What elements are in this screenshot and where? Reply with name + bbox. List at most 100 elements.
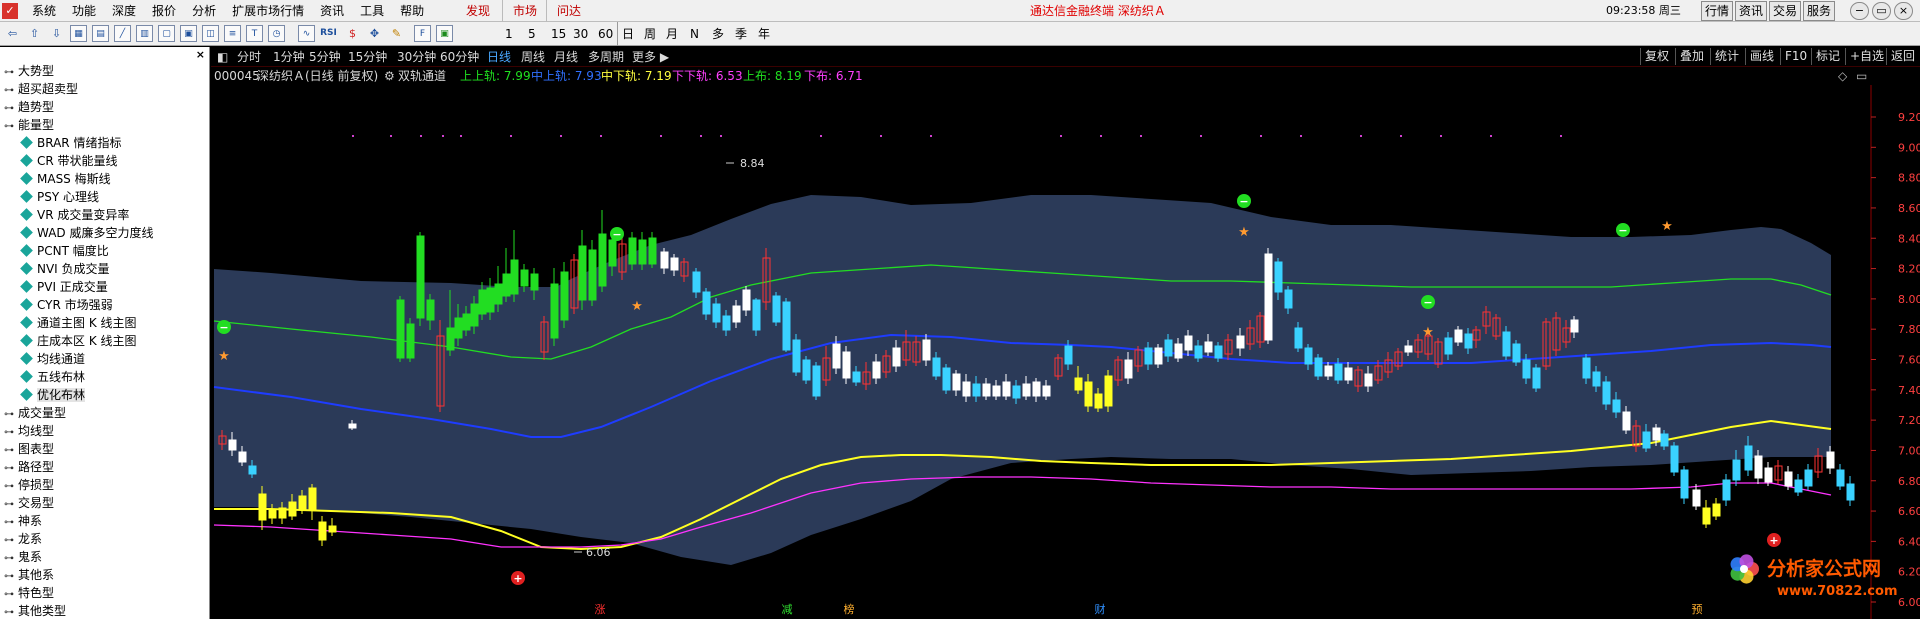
rsi-icon[interactable]: RSI [320,25,337,42]
window-icon[interactable]: ▢ [158,25,175,42]
down-arrow-icon[interactable]: ⇩ [48,25,65,42]
period-tab[interactable]: 60分钟 [440,47,479,67]
tree-leaf[interactable]: 优化布林 [20,386,86,404]
menu-item[interactable]: 工具 [352,0,392,22]
menu-item[interactable]: 深度 [104,0,144,22]
tree-group[interactable]: ⊶ 图表型 [0,440,54,458]
top-right-button[interactable]: 服务 [1803,1,1836,21]
chart-tool-tab[interactable]: 统计 [1710,48,1743,65]
period-button[interactable]: 15 [551,22,566,46]
grid-icon[interactable]: ▦ [70,25,87,42]
period-button[interactable]: 5 [528,22,536,46]
top-right-button[interactable]: 资讯 [1735,1,1768,21]
maximize-icon[interactable]: ▭ [1872,2,1891,20]
tree-group[interactable]: ⊶ 交易型 [0,494,54,512]
period-button[interactable]: 月 [666,22,678,46]
panel-toggle-icon[interactable]: ◧ [217,47,228,67]
split-icon[interactable]: ◫ [202,25,219,42]
chart-tool-tab[interactable]: F10 [1780,48,1811,65]
diamond-icon[interactable]: ◇ [1838,68,1847,85]
tree-leaf[interactable]: NVI 负成交量 [20,260,110,278]
tree-group[interactable]: ⊶ 成交量型 [0,404,66,422]
tree-leaf[interactable]: VR 成交量变异率 [20,206,129,224]
period-tab[interactable]: 多周期 [588,47,624,67]
text-icon[interactable]: T [246,25,263,42]
tree-group[interactable]: ⊶ 趋势型 [0,98,54,116]
period-tab[interactable]: 日线 [487,47,511,67]
top-right-button[interactable]: 行情 [1701,1,1734,21]
menu-item[interactable]: 系统 [24,0,64,22]
tree-expand-icon[interactable]: ⊶ [0,604,18,619]
history-icon[interactable]: ◷ [268,25,285,42]
indicator-name[interactable]: 双轨通道 [398,68,446,85]
chart-tool-tab[interactable]: 标记 [1811,48,1844,65]
tree-leaf[interactable]: 庄成本区 K 线主图 [20,332,137,350]
up-arrow-icon[interactable]: ⇧ [26,25,43,42]
tree-leaf[interactable]: MASS 梅斯线 [20,170,111,188]
period-button[interactable]: 60 [598,22,613,46]
period-tab[interactable]: 分时 [237,47,261,67]
back-arrow-icon[interactable]: ⇦ [4,25,21,42]
menu-discover[interactable]: 发现 [466,0,490,22]
close-icon[interactable]: × [196,48,205,61]
tree-leaf[interactable]: PCNT 幅度比 [20,242,109,260]
period-tab[interactable]: 15分钟 [348,47,387,67]
period-button[interactable]: N [690,22,699,46]
menu-item[interactable]: 报价 [144,0,184,22]
tree-group[interactable]: ⊶ 鬼系 [0,548,42,566]
minimize-icon[interactable]: − [1850,2,1869,20]
close-window-icon[interactable]: × [1894,2,1913,20]
list-icon[interactable]: ≡ [224,25,241,42]
chart-tool-tab[interactable]: 画线 [1745,48,1778,65]
tree-group[interactable]: ⊶ 其他系 [0,566,54,584]
menu-item[interactable]: 扩展市场行情 [224,0,312,22]
tree-leaf[interactable]: 通道主图 K 线主图 [20,314,137,332]
tree-group[interactable]: ⊶ 停损型 [0,476,54,494]
table-icon[interactable]: ▤ [92,25,109,42]
tree-group[interactable]: ⊶ 均线型 [0,422,54,440]
tree-leaf[interactable]: BRAR 情绪指标 [20,134,121,152]
stock-select-icon[interactable]: ▣ [436,25,453,42]
tree-group[interactable]: ⊶ 龙系 [0,530,42,548]
pencil-icon[interactable]: ✎ [388,25,405,42]
chart-tool-tab[interactable]: +自选 [1845,48,1888,65]
tree-leaf[interactable]: 均线通道 [20,350,85,368]
period-button[interactable]: 30 [573,22,588,46]
tree-leaf[interactable]: 五线布林 [20,368,85,386]
menu-item[interactable]: 资讯 [312,0,352,22]
period-button[interactable]: 年 [758,22,770,46]
line-chart-icon[interactable]: ╱ [114,25,131,42]
top-right-button[interactable]: 交易 [1769,1,1802,21]
move-icon[interactable]: ✥ [366,25,383,42]
tree-leaf[interactable]: PVI 正成交量 [20,278,108,296]
event-marker[interactable]: 减 [782,603,793,616]
tree-expand-icon[interactable]: ⊶ [0,118,18,136]
indicator-gear-icon[interactable]: ⚙ [384,68,395,85]
tree-group[interactable]: ⊶ 超买超卖型 [0,80,78,98]
period-tab[interactable]: 5分钟 [309,47,341,67]
period-button[interactable]: 1 [505,22,513,46]
collapse-icon[interactable]: ▭ [1856,68,1867,85]
period-tab[interactable]: 30分钟 [397,47,436,67]
chart-tool-tab[interactable]: 返回 [1886,48,1919,65]
tree-leaf[interactable]: PSY 心理线 [20,188,99,206]
formula-icon[interactable]: F [414,25,431,42]
period-button[interactable]: 周 [644,22,656,46]
event-marker[interactable]: 涨 [595,603,606,616]
tree-group[interactable]: ⊶ 能量型 [0,116,54,134]
tree-leaf[interactable]: CR 带状能量线 [20,152,118,170]
period-button[interactable]: 日 [617,22,634,46]
tree-group[interactable]: ⊶ 特色型 [0,584,54,602]
bar-chart-icon[interactable]: ▥ [136,25,153,42]
event-marker[interactable]: 预 [1692,603,1703,616]
tree-group[interactable]: ⊶ 神系 [0,512,42,530]
tree-leaf[interactable]: WAD 威廉多空力度线 [20,224,153,242]
period-tab[interactable]: 月线 [554,47,578,67]
period-button[interactable]: 多 [712,22,724,46]
menu-item[interactable]: 功能 [64,0,104,22]
period-tab[interactable]: 1分钟 [273,47,305,67]
chart-tool-tab[interactable]: 叠加 [1675,48,1708,65]
event-marker[interactable]: 财 [1095,602,1106,616]
tree-group[interactable]: ⊶ 其他类型 [0,602,66,619]
menu-inquiry[interactable]: 问达 [546,0,581,22]
